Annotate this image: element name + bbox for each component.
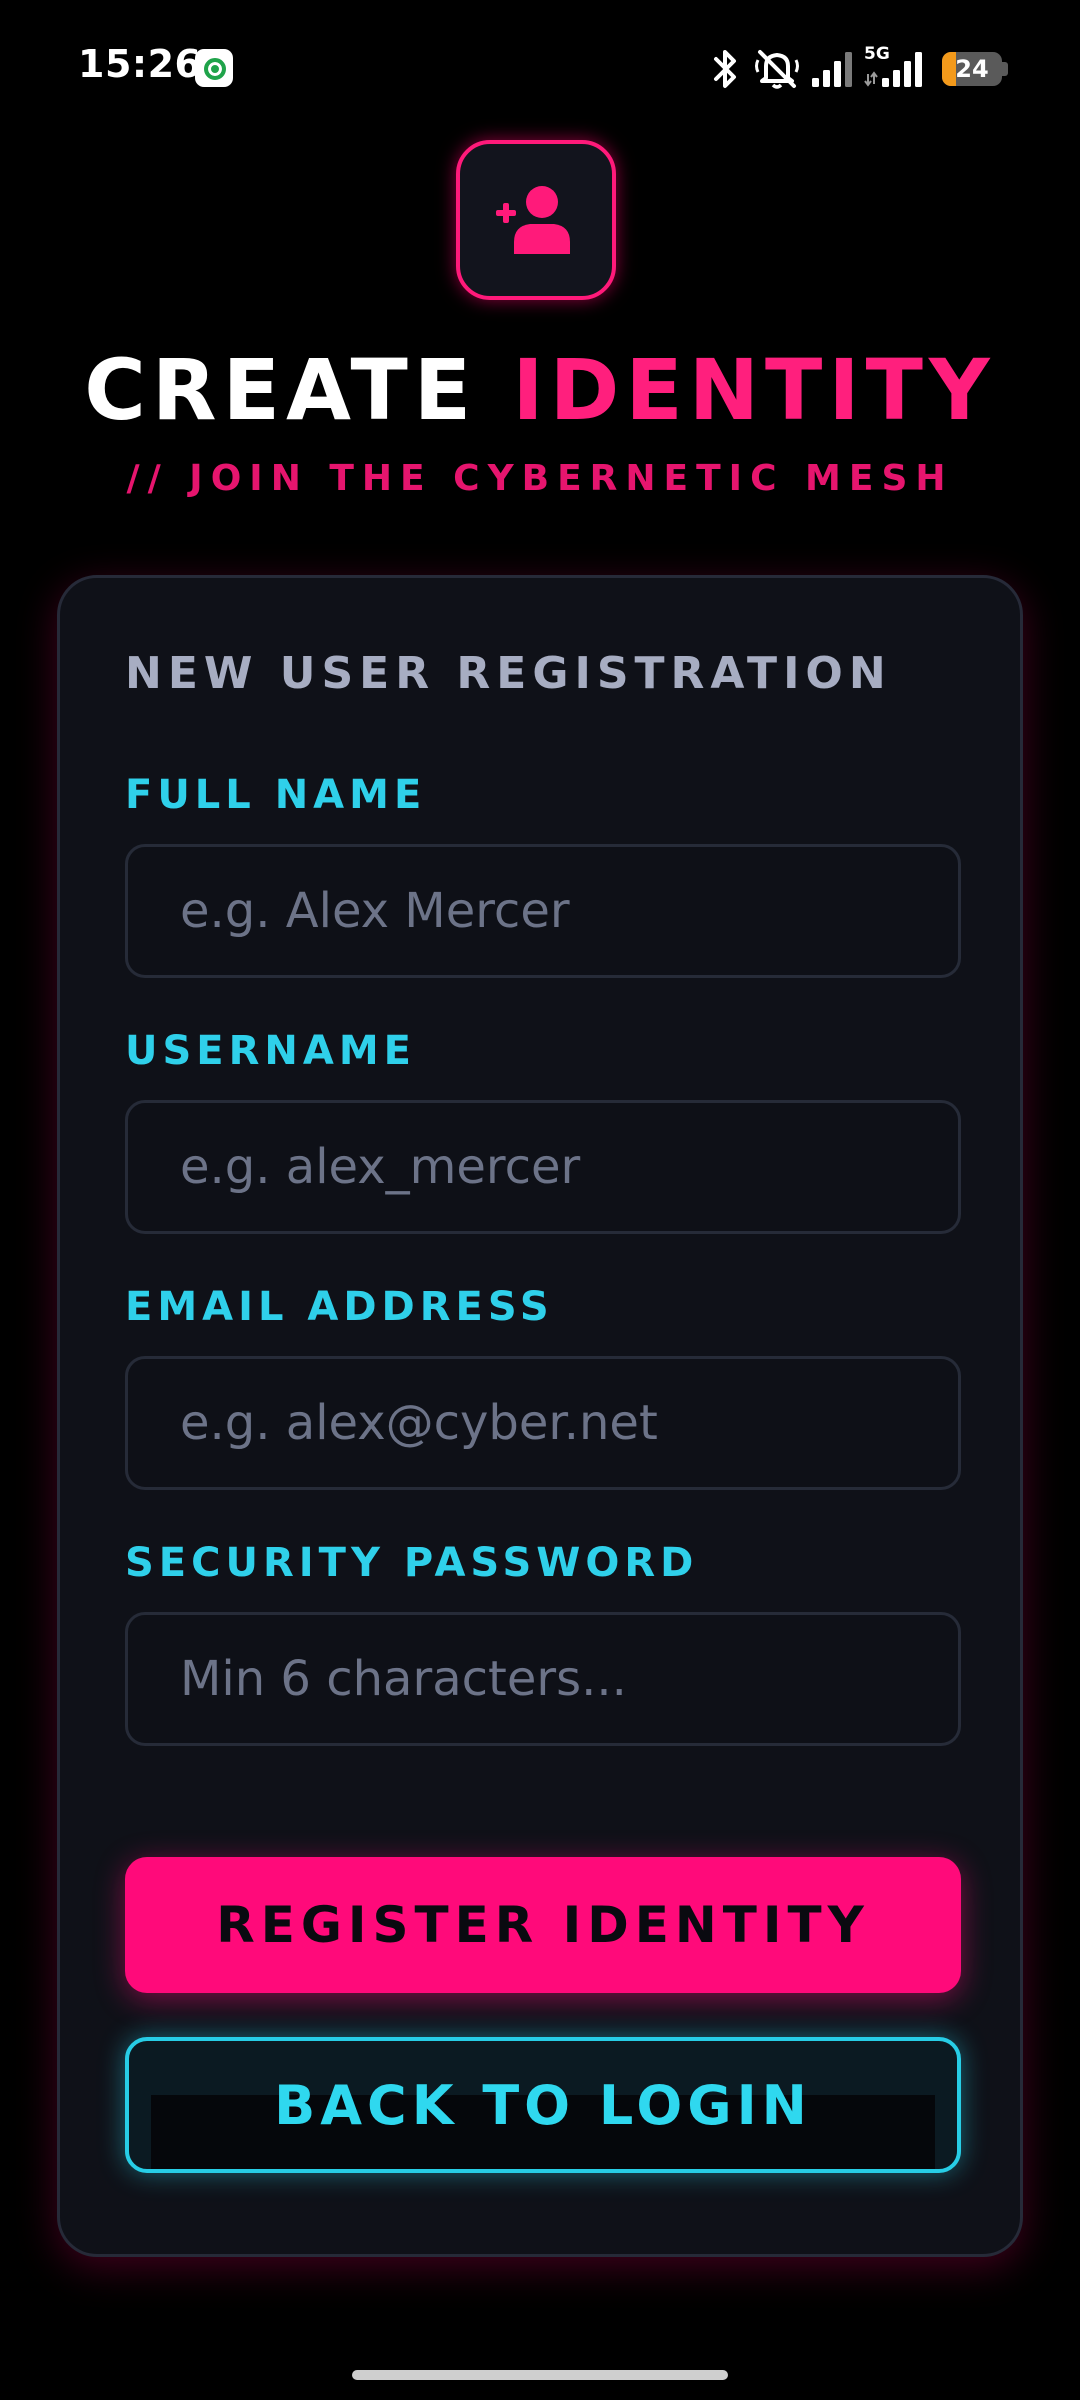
register-button[interactable]: REGISTER IDENTITY xyxy=(125,1857,961,1993)
add-user-icon xyxy=(496,186,570,254)
back-to-login-button[interactable]: BACK TO LOGIN xyxy=(125,2037,961,2173)
password-label: SECURITY PASSWORD xyxy=(125,1540,699,1586)
card-heading: NEW USER REGISTRATION xyxy=(125,648,892,699)
page-title-part2: IDENTITY xyxy=(512,341,996,439)
email-input[interactable] xyxy=(125,1356,961,1490)
page-subtitle: // JOIN THE CYBERNETIC MESH xyxy=(126,458,954,499)
status-time: 15:26 xyxy=(78,42,202,86)
full-name-label: FULL NAME xyxy=(125,772,427,818)
email-label: EMAIL ADDRESS xyxy=(125,1284,554,1330)
battery-tip xyxy=(1002,62,1008,76)
full-name-input[interactable] xyxy=(125,844,961,978)
signal-5g-icon xyxy=(864,52,922,87)
home-indicator[interactable] xyxy=(352,2370,728,2380)
status-bar: 15:26 5G 24 xyxy=(0,0,1080,130)
username-input[interactable] xyxy=(125,1100,961,1234)
signal-icon xyxy=(812,52,852,87)
back-to-login-label: BACK TO LOGIN xyxy=(274,2073,812,2137)
password-input[interactable] xyxy=(125,1612,961,1746)
bluetooth-icon xyxy=(714,50,736,88)
page-title-part1: CREATE xyxy=(84,341,478,439)
battery-level: 24 xyxy=(955,55,989,83)
username-label: USERNAME xyxy=(125,1028,416,1074)
page-title: CREATE IDENTITY xyxy=(0,340,1080,440)
registration-card: NEW USER REGISTRATION FULL NAME USERNAME… xyxy=(57,575,1023,2257)
logo-badge xyxy=(456,140,616,300)
app-notification-icon xyxy=(195,49,233,87)
battery-icon: 24 xyxy=(942,52,1002,86)
mute-icon xyxy=(755,50,799,89)
